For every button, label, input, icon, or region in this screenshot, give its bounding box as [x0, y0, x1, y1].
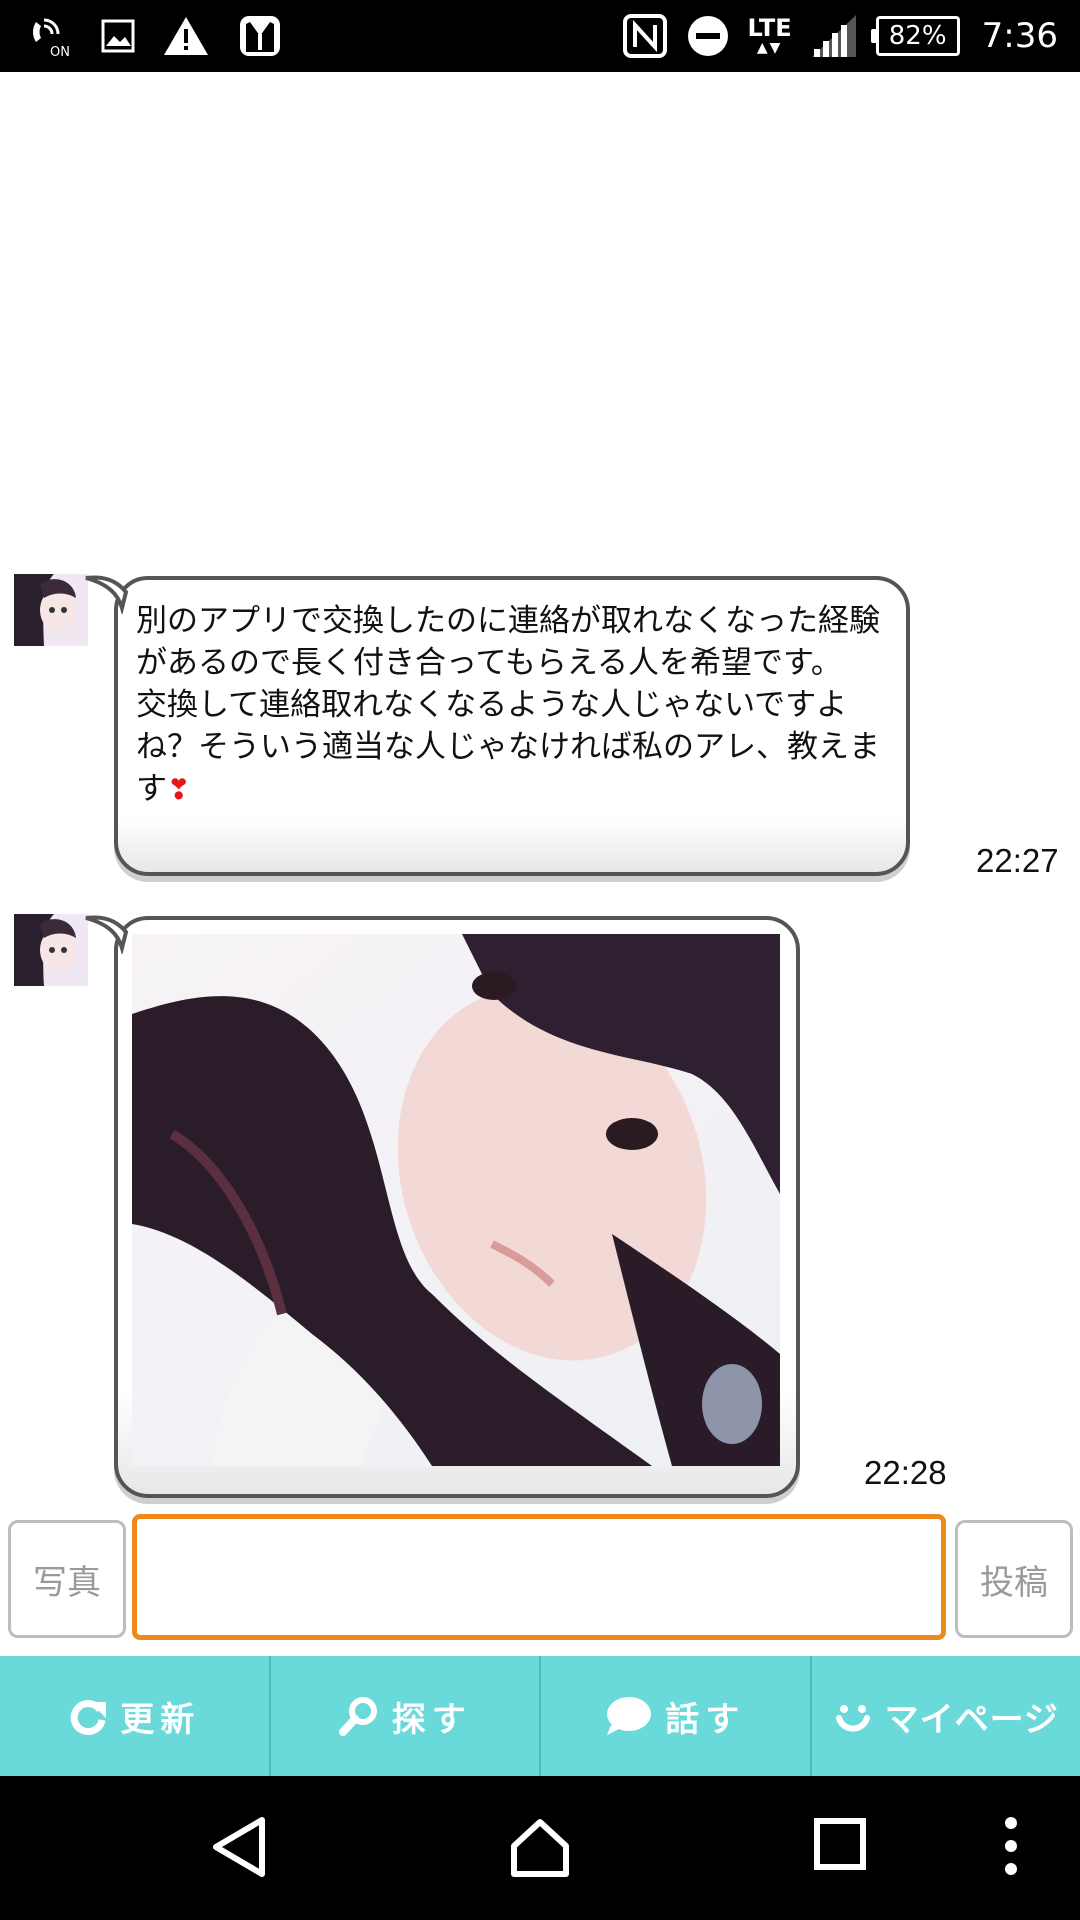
- sender-avatar[interactable]: [14, 574, 88, 646]
- message-input[interactable]: [132, 1514, 946, 1640]
- message-bubble-photo[interactable]: [85, 915, 800, 1498]
- message-timestamp: 22:28: [864, 1454, 947, 1491]
- warning-icon: [162, 15, 210, 57]
- chat-thread[interactable]: 別のアプリで交換したのに連絡が取れなくなった経験があるので長く付き合ってもらえる…: [0, 72, 1080, 1512]
- chat-bubble-icon: [605, 1695, 653, 1737]
- nav-mypage[interactable]: マイページ: [812, 1656, 1080, 1776]
- image-icon: [100, 18, 136, 54]
- nav-label: マイページ: [884, 1699, 1059, 1740]
- nav-label: 探す: [391, 1699, 472, 1740]
- post-button[interactable]: 投稿: [955, 1520, 1073, 1638]
- smiley-icon: [833, 1696, 873, 1736]
- nav-search[interactable]: 探す: [271, 1656, 541, 1776]
- bubble-tail: [85, 575, 129, 614]
- system-navigation-bar: [0, 1776, 1080, 1920]
- status-clock: 7:36: [981, 16, 1058, 56]
- battery-level: 82%: [888, 21, 947, 51]
- home-icon[interactable]: [508, 1816, 572, 1880]
- message-timestamp: 22:27: [976, 842, 1059, 879]
- nav-label: 話す: [665, 1699, 746, 1740]
- nav-label: 更新: [120, 1699, 201, 1740]
- back-icon[interactable]: [210, 1816, 270, 1878]
- status-bar: ON LTE ▲▼ 82% 7:36: [0, 0, 1080, 72]
- refresh-icon: [68, 1696, 108, 1736]
- recent-apps-icon[interactable]: [812, 1816, 868, 1872]
- sender-avatar[interactable]: [14, 914, 88, 986]
- nav-refresh[interactable]: 更新: [0, 1656, 271, 1776]
- overflow-menu-icon[interactable]: [1004, 1816, 1018, 1876]
- nfc-icon: [622, 13, 668, 59]
- svg-text:ON: ON: [50, 45, 70, 58]
- shared-photo[interactable]: [132, 934, 780, 1466]
- lte-icon: LTE ▲▼: [747, 14, 792, 56]
- search-icon: [338, 1695, 380, 1737]
- message-text: 別のアプリで交換したのに連絡が取れなくなった経験があるので長く付き合ってもらえる…: [136, 603, 880, 807]
- battery-icon: 82%: [870, 16, 960, 56]
- bottom-navigation: 更新 探す 話す マイページ: [0, 1656, 1080, 1776]
- photo-button[interactable]: 写真: [8, 1520, 126, 1638]
- wifi-calling-icon: ON: [28, 14, 74, 58]
- message-bubble-text[interactable]: 別のアプリで交換したのに連絡が取れなくなった経験があるので長く付き合ってもらえる…: [85, 575, 910, 876]
- nav-talk[interactable]: 話す: [541, 1656, 812, 1776]
- signal-icon: [810, 13, 858, 59]
- do-not-disturb-icon: [686, 14, 730, 58]
- heart-emoji: ❣: [167, 773, 191, 806]
- tuxedo-icon: [236, 12, 284, 60]
- compose-bar: 写真 投稿: [0, 1512, 1080, 1644]
